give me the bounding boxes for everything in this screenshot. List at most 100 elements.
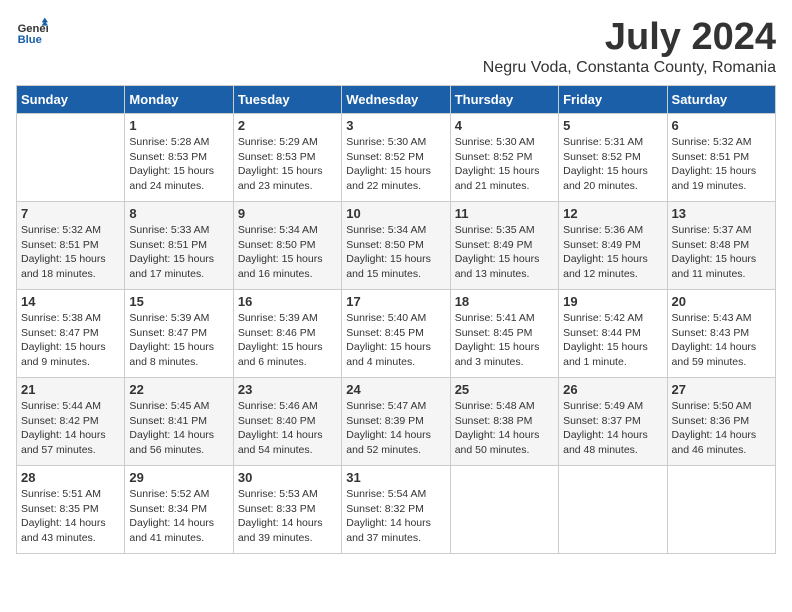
day-number: 22: [129, 382, 228, 397]
day-cell: 28 Sunrise: 5:51 AM Sunset: 8:35 PM Dayli…: [17, 466, 125, 554]
day-cell: 6 Sunrise: 5:32 AM Sunset: 8:51 PM Daylig…: [667, 114, 775, 202]
day-number: 17: [346, 294, 445, 309]
day-info: Sunrise: 5:35 AM Sunset: 8:49 PM Dayligh…: [455, 223, 554, 282]
day-number: 1: [129, 118, 228, 133]
day-cell: [559, 466, 667, 554]
day-number: 18: [455, 294, 554, 309]
day-cell: 10 Sunrise: 5:34 AM Sunset: 8:50 PM Dayli…: [342, 202, 450, 290]
weekday-header-tuesday: Tuesday: [233, 86, 341, 114]
day-number: 8: [129, 206, 228, 221]
day-number: 9: [238, 206, 337, 221]
day-cell: 19 Sunrise: 5:42 AM Sunset: 8:44 PM Dayli…: [559, 290, 667, 378]
day-number: 26: [563, 382, 662, 397]
day-number: 16: [238, 294, 337, 309]
day-info: Sunrise: 5:48 AM Sunset: 8:38 PM Dayligh…: [455, 399, 554, 458]
title-area: July 2024 Negru Voda, Constanta County, …: [483, 16, 776, 77]
day-cell: 16Sunrise: 5:39 AM Sunset: 8:46 PM Dayli…: [233, 290, 341, 378]
day-cell: 17 Sunrise: 5:40 AM Sunset: 8:45 PM Dayli…: [342, 290, 450, 378]
day-number: 6: [672, 118, 771, 133]
day-number: 13: [672, 206, 771, 221]
svg-text:Blue: Blue: [18, 34, 42, 46]
day-number: 19: [563, 294, 662, 309]
day-info: Sunrise: 5:32 AM Sunset: 8:51 PM Dayligh…: [21, 223, 120, 282]
day-info: Sunrise: 5:45 AM Sunset: 8:41 PM Dayligh…: [129, 399, 228, 458]
week-row-2: 7Sunrise: 5:32 AM Sunset: 8:51 PM Daylig…: [17, 202, 776, 290]
week-row-3: 14Sunrise: 5:38 AM Sunset: 8:47 PM Dayli…: [17, 290, 776, 378]
weekday-header-wednesday: Wednesday: [342, 86, 450, 114]
day-info: Sunrise: 5:34 AM Sunset: 8:50 PM Dayligh…: [346, 223, 445, 282]
calendar-table: SundayMondayTuesdayWednesdayThursdayFrid…: [16, 85, 776, 554]
day-number: 14: [21, 294, 120, 309]
day-cell: 24Sunrise: 5:47 AM Sunset: 8:39 PM Dayli…: [342, 378, 450, 466]
day-number: 23: [238, 382, 337, 397]
day-info: Sunrise: 5:46 AM Sunset: 8:40 PM Dayligh…: [238, 399, 337, 458]
day-cell: 23 Sunrise: 5:46 AM Sunset: 8:40 PM Dayli…: [233, 378, 341, 466]
day-info: Sunrise: 5:54 AM Sunset: 8:32 PM Dayligh…: [346, 487, 445, 546]
day-number: 29: [129, 470, 228, 485]
day-cell: 22 Sunrise: 5:45 AM Sunset: 8:41 PM Dayli…: [125, 378, 233, 466]
day-cell: [17, 114, 125, 202]
day-info: Sunrise: 5:31 AM Sunset: 8:52 PM Dayligh…: [563, 135, 662, 194]
day-cell: 13 Sunrise: 5:37 AM Sunset: 8:48 PM Dayli…: [667, 202, 775, 290]
week-row-4: 21Sunrise: 5:44 AM Sunset: 8:42 PM Dayli…: [17, 378, 776, 466]
weekday-header-sunday: Sunday: [17, 86, 125, 114]
day-info: Sunrise: 5:41 AM Sunset: 8:45 PM Dayligh…: [455, 311, 554, 370]
weekday-header-friday: Friday: [559, 86, 667, 114]
day-number: 27: [672, 382, 771, 397]
day-cell: 7Sunrise: 5:32 AM Sunset: 8:51 PM Daylig…: [17, 202, 125, 290]
day-number: 28: [21, 470, 120, 485]
location: Negru Voda, Constanta County, Romania: [483, 59, 776, 77]
day-info: Sunrise: 5:33 AM Sunset: 8:51 PM Dayligh…: [129, 223, 228, 282]
logo-icon: General Blue: [16, 16, 48, 48]
weekday-header-thursday: Thursday: [450, 86, 558, 114]
day-number: 3: [346, 118, 445, 133]
day-cell: 26 Sunrise: 5:49 AM Sunset: 8:37 PM Dayli…: [559, 378, 667, 466]
day-cell: 29Sunrise: 5:52 AM Sunset: 8:34 PM Dayli…: [125, 466, 233, 554]
day-cell: 8 Sunrise: 5:33 AM Sunset: 8:51 PM Daylig…: [125, 202, 233, 290]
logo: General Blue: [16, 16, 48, 48]
day-info: Sunrise: 5:42 AM Sunset: 8:44 PM Dayligh…: [563, 311, 662, 370]
day-info: Sunrise: 5:40 AM Sunset: 8:45 PM Dayligh…: [346, 311, 445, 370]
day-cell: 20 Sunrise: 5:43 AM Sunset: 8:43 PM Dayli…: [667, 290, 775, 378]
day-number: 10: [346, 206, 445, 221]
day-cell: 30Sunrise: 5:53 AM Sunset: 8:33 PM Dayli…: [233, 466, 341, 554]
day-number: 11: [455, 206, 554, 221]
day-info: Sunrise: 5:36 AM Sunset: 8:49 PM Dayligh…: [563, 223, 662, 282]
day-number: 2: [238, 118, 337, 133]
day-info: Sunrise: 5:49 AM Sunset: 8:37 PM Dayligh…: [563, 399, 662, 458]
day-info: Sunrise: 5:32 AM Sunset: 8:51 PM Dayligh…: [672, 135, 771, 194]
day-cell: 1Sunrise: 5:28 AM Sunset: 8:53 PM Daylig…: [125, 114, 233, 202]
day-number: 31: [346, 470, 445, 485]
weekday-header-row: SundayMondayTuesdayWednesdayThursdayFrid…: [17, 86, 776, 114]
day-info: Sunrise: 5:43 AM Sunset: 8:43 PM Dayligh…: [672, 311, 771, 370]
day-cell: 5Sunrise: 5:31 AM Sunset: 8:52 PM Daylig…: [559, 114, 667, 202]
day-info: Sunrise: 5:51 AM Sunset: 8:35 PM Dayligh…: [21, 487, 120, 546]
month-year: July 2024: [483, 16, 776, 59]
day-number: 21: [21, 382, 120, 397]
day-number: 12: [563, 206, 662, 221]
weekday-header-monday: Monday: [125, 86, 233, 114]
header: General Blue July 2024 Negru Voda, Const…: [16, 16, 776, 77]
day-number: 4: [455, 118, 554, 133]
day-number: 15: [129, 294, 228, 309]
day-info: Sunrise: 5:47 AM Sunset: 8:39 PM Dayligh…: [346, 399, 445, 458]
day-info: Sunrise: 5:53 AM Sunset: 8:33 PM Dayligh…: [238, 487, 337, 546]
day-cell: 14Sunrise: 5:38 AM Sunset: 8:47 PM Dayli…: [17, 290, 125, 378]
day-cell: 18 Sunrise: 5:41 AM Sunset: 8:45 PM Dayli…: [450, 290, 558, 378]
day-cell: 12 Sunrise: 5:36 AM Sunset: 8:49 PM Dayli…: [559, 202, 667, 290]
day-info: Sunrise: 5:34 AM Sunset: 8:50 PM Dayligh…: [238, 223, 337, 282]
day-cell: 3 Sunrise: 5:30 AM Sunset: 8:52 PM Daylig…: [342, 114, 450, 202]
day-cell: [450, 466, 558, 554]
day-info: Sunrise: 5:37 AM Sunset: 8:48 PM Dayligh…: [672, 223, 771, 282]
day-cell: 9 Sunrise: 5:34 AM Sunset: 8:50 PM Daylig…: [233, 202, 341, 290]
day-info: Sunrise: 5:50 AM Sunset: 8:36 PM Dayligh…: [672, 399, 771, 458]
day-info: Sunrise: 5:30 AM Sunset: 8:52 PM Dayligh…: [455, 135, 554, 194]
day-cell: 15 Sunrise: 5:39 AM Sunset: 8:47 PM Dayli…: [125, 290, 233, 378]
week-row-1: 1Sunrise: 5:28 AM Sunset: 8:53 PM Daylig…: [17, 114, 776, 202]
day-info: Sunrise: 5:39 AM Sunset: 8:47 PM Dayligh…: [129, 311, 228, 370]
day-cell: 31 Sunrise: 5:54 AM Sunset: 8:32 PM Dayli…: [342, 466, 450, 554]
week-row-5: 28 Sunrise: 5:51 AM Sunset: 8:35 PM Dayli…: [17, 466, 776, 554]
day-number: 20: [672, 294, 771, 309]
day-cell: [667, 466, 775, 554]
day-info: Sunrise: 5:30 AM Sunset: 8:52 PM Dayligh…: [346, 135, 445, 194]
